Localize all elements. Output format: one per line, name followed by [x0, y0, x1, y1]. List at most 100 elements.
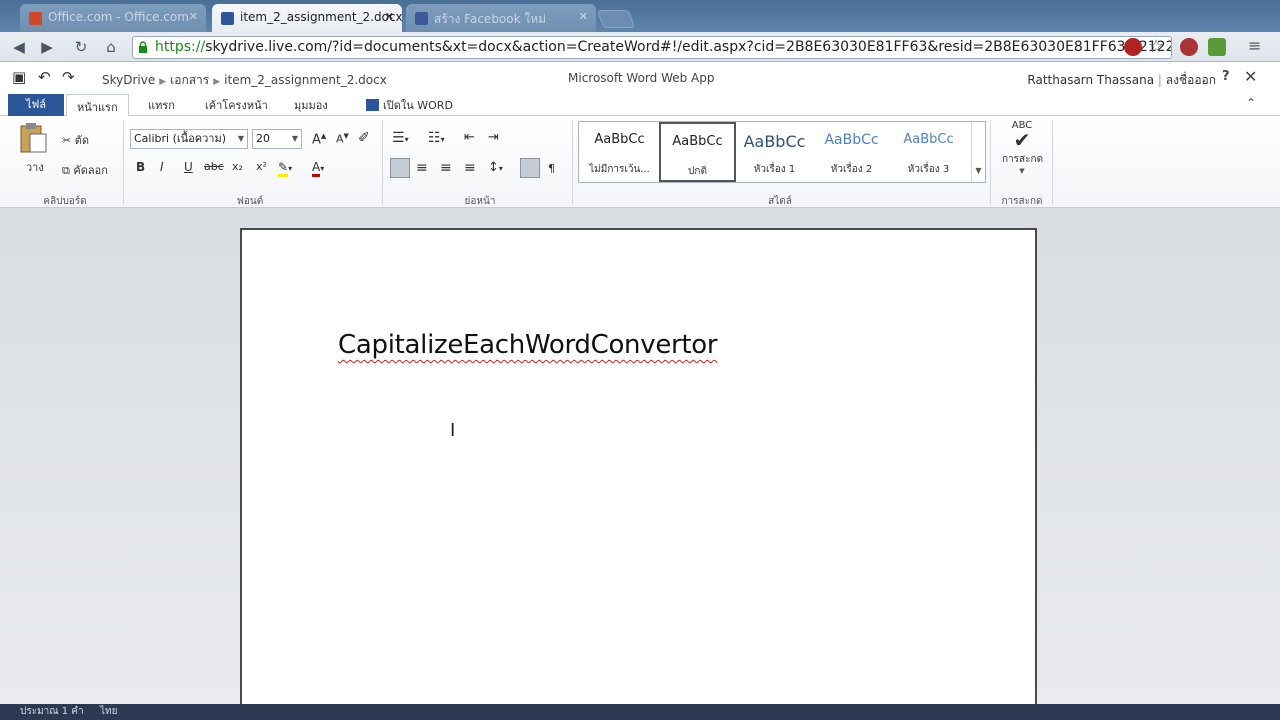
browser-tab-document[interactable]: item_2_assignment_2.docx ✕	[212, 4, 402, 32]
tab-open-in-word[interactable]: เปิดใน WORD	[366, 96, 453, 114]
align-center-icon[interactable]: ≡	[416, 160, 428, 176]
font-name-value: Calibri (เนื้อความ)	[134, 132, 227, 145]
browser-tab-facebook[interactable]: สร้าง Facebook ใหม่ ✕	[406, 4, 596, 32]
url-scheme: https://	[155, 39, 206, 55]
grow-font-icon[interactable]: A▲	[312, 132, 326, 147]
paste-label: วาง	[26, 161, 44, 174]
menu-icon[interactable]: ≡	[1248, 36, 1261, 55]
bullets-icon[interactable]: ☰▾	[392, 130, 409, 146]
extension-icon[interactable]	[1180, 38, 1198, 56]
undo-icon[interactable]: ↶	[38, 68, 51, 86]
breadcrumb-skydrive[interactable]: SkyDrive	[102, 73, 155, 87]
style-name: ปกติ	[688, 166, 707, 177]
signout-link[interactable]: ลงชื่อออก	[1166, 73, 1216, 87]
style-heading-1[interactable]: AaBbCc หัวเรื่อง 1	[736, 122, 813, 182]
numbering-icon[interactable]: ☷▾	[428, 130, 445, 146]
align-right-icon[interactable]: ≡	[440, 160, 452, 176]
strikethrough-button[interactable]: abc	[204, 160, 224, 173]
breadcrumb-file: item_2_assignment_2.docx	[224, 73, 387, 87]
lock-icon	[139, 41, 147, 53]
checkmark-icon: ✔	[1013, 128, 1031, 152]
blocked-icon[interactable]	[1124, 38, 1142, 56]
line-spacing-icon[interactable]: ↕▾	[488, 160, 503, 175]
style-name: หัวเรื่อง 3	[907, 164, 950, 175]
tab-file[interactable]: ไฟล์	[8, 94, 64, 116]
close-icon[interactable]: ✕	[385, 10, 394, 23]
address-bar[interactable]: https://skydrive.live.com/?id=documents&…	[132, 36, 1172, 59]
extension-icon[interactable]	[1208, 38, 1226, 56]
back-arrow-icon[interactable]: ◀	[8, 37, 30, 57]
browser-toolbar: ◀ ▶ ↻ ⌂ https://skydrive.live.com/?id=do…	[0, 32, 1280, 62]
group-divider	[123, 120, 124, 204]
app-title: Microsoft Word Web App	[568, 71, 715, 85]
group-divider	[382, 120, 383, 204]
style-no-spacing[interactable]: AaBbCc ไม่มีการเว้น...	[581, 122, 658, 182]
tab-insert[interactable]: แทรก	[148, 96, 175, 114]
browser-tab-office[interactable]: Office.com - Office.com ✕	[20, 4, 206, 32]
rtl-direction-icon[interactable]: ¶	[548, 162, 555, 175]
browser-tabstrip: Office.com - Office.com ✕ item_2_assignm…	[0, 0, 1280, 32]
ribbon-tabs: ไฟล์ หน้าแรก แทรก เค้าโครงหน้า มุมมอง เป…	[0, 92, 1280, 117]
reload-icon[interactable]: ↻	[70, 37, 92, 57]
decrease-indent-icon[interactable]: ⇤	[464, 130, 475, 145]
group-divider	[572, 120, 573, 204]
new-tab-button[interactable]	[596, 10, 636, 28]
tab-title: item_2_assignment_2.docx	[240, 10, 402, 24]
paste-button[interactable]	[18, 122, 50, 154]
align-left-icon[interactable]	[390, 158, 410, 178]
styles-gallery: AaBbCc ไม่มีการเว้น... AaBbCc ปกติ AaBbC…	[578, 121, 986, 183]
save-icon[interactable]: ▣	[12, 68, 26, 86]
tab-page-layout[interactable]: เค้าโครงหน้า	[205, 96, 268, 114]
spelling-button[interactable]: ABC ✔ การสะกด ▼	[1002, 120, 1043, 175]
divider: |	[1157, 73, 1162, 87]
font-name-select[interactable]: Calibri (เนื้อความ) ▼	[130, 129, 248, 149]
url-text: skydrive.live.com/?id=documents&xt=docx&…	[205, 39, 1172, 55]
underline-button[interactable]: U	[184, 160, 193, 174]
justify-icon[interactable]: ≡	[464, 160, 476, 176]
document-page[interactable]: CapitalizeEachWordConvertor I	[240, 228, 1037, 708]
close-icon[interactable]: ✕	[1244, 67, 1257, 86]
word-doc-icon	[221, 12, 234, 25]
group-label-clipboard: คลิปบอร์ด	[43, 196, 87, 207]
style-name: หัวเรื่อง 1	[753, 164, 796, 175]
ltr-direction-icon[interactable]	[520, 158, 540, 178]
collapse-ribbon-icon[interactable]: ⌃	[1246, 96, 1256, 110]
subscript-button[interactable]: x₂	[232, 160, 243, 173]
help-icon[interactable]: ?	[1222, 69, 1230, 84]
copy-button[interactable]: ⧉ คัดลอก	[62, 161, 108, 179]
close-icon[interactable]: ✕	[579, 10, 588, 23]
home-icon[interactable]: ⌂	[100, 37, 122, 57]
cut-button[interactable]: ✂ ตัด	[62, 131, 89, 149]
font-size-select[interactable]: 20 ▼	[252, 129, 302, 149]
user-area: Ratthasarn Thassana | ลงชื่อออก	[1027, 71, 1216, 90]
document-text[interactable]: CapitalizeEachWordConvertor	[338, 330, 718, 360]
language-indicator[interactable]: ไทย	[100, 704, 117, 720]
clear-format-icon[interactable]: ✐	[358, 130, 370, 146]
shrink-font-icon[interactable]: A▼	[336, 132, 349, 146]
highlighter-icon: ✎	[278, 160, 289, 177]
styles-more-icon[interactable]: ▼	[971, 122, 985, 182]
highlight-button[interactable]: ✎▾	[278, 160, 292, 177]
style-heading-2[interactable]: AaBbCc หัวเรื่อง 2	[813, 122, 890, 182]
style-sample: AaBbCc	[672, 134, 723, 149]
font-color-button[interactable]: A▾	[312, 160, 324, 177]
tab-home[interactable]: หน้าแรก	[66, 94, 129, 117]
superscript-button[interactable]: x²	[256, 160, 267, 173]
style-sample: AaBbCc	[743, 132, 806, 151]
tab-view[interactable]: มุมมอง	[294, 96, 328, 114]
redo-icon[interactable]: ↷	[62, 68, 75, 86]
font-color-icon: A	[312, 160, 321, 177]
bold-button[interactable]: B	[136, 160, 145, 174]
italic-button[interactable]: I	[160, 160, 164, 174]
status-bar: ประมาณ 1 คำ ไทย	[0, 704, 1280, 720]
style-normal[interactable]: AaBbCc ปกติ	[659, 122, 736, 182]
close-icon[interactable]: ✕	[189, 10, 198, 23]
user-name[interactable]: Ratthasarn Thassana	[1027, 73, 1154, 87]
word-count: ประมาณ 1 คำ	[20, 706, 84, 717]
breadcrumb-documents[interactable]: เอกสาร	[170, 73, 209, 87]
forward-arrow-icon[interactable]: ▶	[36, 37, 58, 57]
cut-label: ตัด	[74, 134, 90, 147]
increase-indent-icon[interactable]: ⇥	[488, 130, 499, 145]
bookmark-star-icon[interactable]: ☆	[1148, 36, 1164, 57]
style-heading-3[interactable]: AaBbCc หัวเรื่อง 3	[890, 122, 967, 182]
